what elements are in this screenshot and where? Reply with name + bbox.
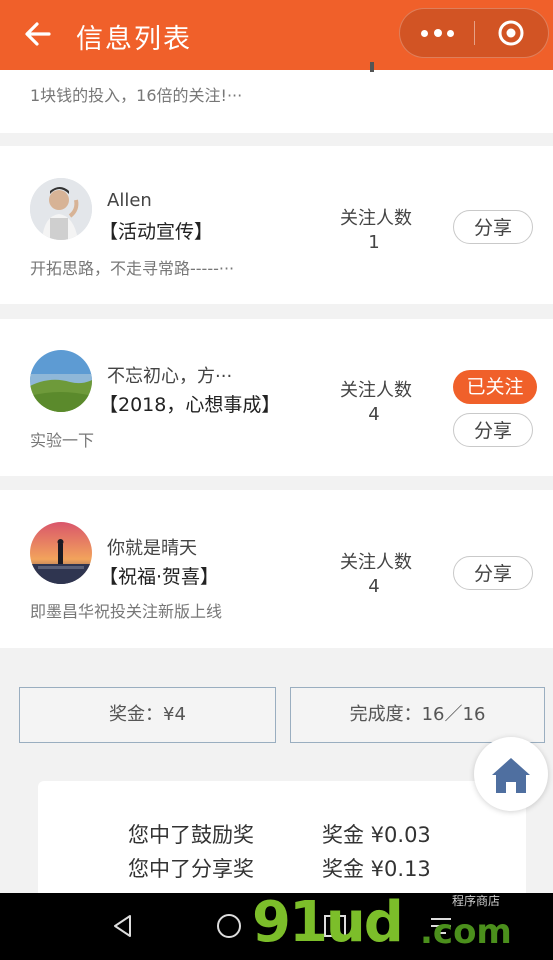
page-title: 信息列表 [76,24,192,55]
list-item[interactable]: Allen 【活动宣传】 开拓思路，不走寻常路-----··· 关注人数 1 分… [0,146,553,304]
app-header: 信息列表 [0,0,553,70]
watermark-domain: .com [420,912,512,952]
item-tag: 【2018，心想事成】 [99,394,281,416]
item-description: 1块钱的投入，16倍的关注!··· [30,86,243,105]
item-description: 开拓思路，不走寻常路-----··· [30,259,235,278]
prize-label: 您中了分享奖 [128,857,254,881]
back-triangle-icon[interactable] [108,911,138,941]
avatar [30,522,92,584]
author-name: 不忘初心，方··· [107,366,233,387]
item-description: 实验一下 [30,431,95,450]
follow-count: 4 [368,404,380,425]
capsule-divider [474,21,475,45]
follow-count: 4 [368,576,380,597]
follow-label: 关注人数 [340,208,412,229]
home-icon [492,758,530,793]
followed-button[interactable]: 已关注 [453,370,537,404]
author-name: Allen [107,190,152,211]
target-circle-icon[interactable] [497,19,525,47]
home-button[interactable] [474,737,548,811]
prize-amount: 奖金 ¥0.13 [322,857,431,881]
item-tag: 【祝福·贺喜】 [99,566,220,588]
share-button[interactable]: 分享 [453,210,533,244]
mini-program-capsule [399,8,549,58]
follow-count [370,62,374,72]
follow-label: 关注人数 [340,380,412,401]
avatar [30,178,92,240]
prize-card: 您中了鼓励奖 奖金 ¥0.03 您中了分享奖 奖金 ¥0.13 [38,781,526,893]
home-circle-icon[interactable] [214,911,244,941]
share-button[interactable]: 分享 [453,556,533,590]
watermark-caption: 程序商店 [452,894,501,908]
prize-amount: 奖金 ¥0.03 [322,823,431,847]
item-tag: 【活动宣传】 [99,221,214,243]
completion-box: 完成度：16／16 [290,687,545,743]
item-description: 即墨昌华祝投关注新版上线 [30,602,223,621]
avatar [30,350,92,412]
list-item[interactable]: 你就是晴天 【祝福·贺喜】 即墨昌华祝投关注新版上线 关注人数 4 分享 [0,490,553,648]
prize-label: 您中了鼓励奖 [128,823,254,847]
more-dots-icon[interactable] [400,9,474,57]
author-name: 你就是晴天 [107,538,197,559]
list-item[interactable]: 1块钱的投入，16倍的关注!··· [0,62,553,133]
follow-label: 关注人数 [340,552,412,573]
list-item[interactable]: 不忘初心，方··· 【2018，心想事成】 实验一下 关注人数 4 已关注 分享 [0,319,553,476]
follow-count: 1 [368,232,380,253]
bonus-box: 奖金：¥4 [19,687,276,743]
watermark-text: 91ud [252,890,404,955]
arrow-left-icon[interactable] [22,18,54,50]
share-button[interactable]: 分享 [453,413,533,447]
